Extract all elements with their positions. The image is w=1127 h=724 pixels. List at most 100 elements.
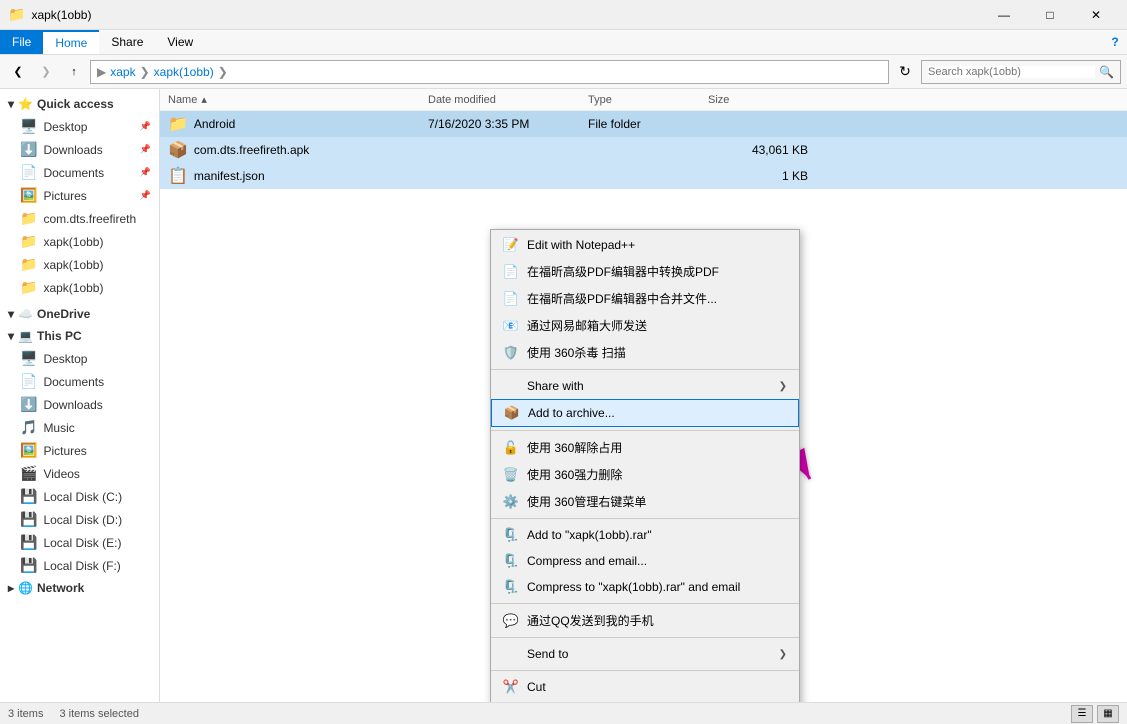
selected-count: 3 items selected [59, 708, 138, 720]
ctx-item-send-to[interactable]: Send to ❯ [491, 641, 799, 667]
ctx-item-convert-pdf[interactable]: 📄 在福昕高级PDF编辑器中转换成PDF [491, 258, 799, 285]
maximize-button[interactable]: □ [1027, 0, 1073, 30]
ctx-label-qq-send: 通过QQ发送到我的手机 [527, 612, 654, 629]
breadcrumb-current[interactable]: xapk(1obb) [154, 65, 214, 79]
arrow-icon-share: ❯ [779, 381, 787, 392]
sidebar-section-thispc[interactable]: ▾ 💻 This PC [0, 325, 159, 347]
details-view-button[interactable]: ▦ [1097, 705, 1119, 723]
table-row[interactable]: 📋 manifest.json 1 KB [160, 163, 1127, 189]
minimize-button[interactable]: — [981, 0, 1027, 30]
ctx-item-share-with[interactable]: Share with ❯ [491, 373, 799, 399]
pdf-convert-icon: 📄 [503, 264, 519, 280]
send-to-left: Send to [503, 646, 568, 662]
network-label: Network [37, 581, 84, 595]
sidebar-item-thispc-videos[interactable]: 🎬 Videos [0, 462, 159, 485]
list-view-button[interactable]: ☰ [1071, 705, 1093, 723]
ctx-item-360-manage[interactable]: ⚙️ 使用 360管理右键菜单 [491, 488, 799, 515]
refresh-button[interactable]: ↻ [893, 60, 917, 84]
help-button[interactable]: ? [1103, 30, 1127, 54]
tab-share[interactable]: Share [99, 30, 155, 54]
sidebar-label-local-c: Local Disk (C:) [43, 490, 122, 504]
file-name-label-android: Android [194, 117, 235, 131]
file-type-android: File folder [588, 117, 708, 131]
notepad-icon: 📝 [503, 237, 519, 253]
ctx-item-cut[interactable]: ✂️ Cut [491, 674, 799, 700]
thispc-docs-icon: 📄 [20, 373, 37, 390]
table-row[interactable]: 📁 Android 7/16/2020 3:35 PM File folder [160, 111, 1127, 137]
ctx-label-send-to: Send to [527, 647, 568, 661]
ctx-item-360-scan[interactable]: 🛡️ 使用 360杀毒 扫描 [491, 339, 799, 366]
ctx-item-edit-notepad[interactable]: 📝 Edit with Notepad++ [491, 232, 799, 258]
sidebar-label-local-f: Local Disk (F:) [43, 559, 120, 573]
sidebar-item-com-dts[interactable]: 📁 com.dts.freefireth [0, 207, 159, 230]
sidebar-item-thispc-docs[interactable]: 📄 Documents [0, 370, 159, 393]
back-button[interactable]: ❮ [6, 60, 30, 84]
ctx-label-convert-pdf: 在福昕高级PDF编辑器中转换成PDF [527, 263, 719, 280]
sidebar-item-xapk1[interactable]: 📁 xapk(1obb) [0, 230, 159, 253]
sidebar-item-local-c[interactable]: 💾 Local Disk (C:) [0, 485, 159, 508]
sidebar-item-local-d[interactable]: 💾 Local Disk (D:) [0, 508, 159, 531]
sidebar-item-xapk2[interactable]: 📁 xapk(1obb) [0, 253, 159, 276]
ctx-item-360-unlock[interactable]: 🔓 使用 360解除占用 [491, 434, 799, 461]
search-box: 🔍 [921, 60, 1121, 84]
sidebar-item-thispc-downloads[interactable]: ⬇️ Downloads [0, 393, 159, 416]
close-button[interactable]: ✕ [1073, 0, 1119, 30]
sidebar-section-onedrive[interactable]: ▾ ☁️ OneDrive [0, 303, 159, 325]
sidebar-section-network[interactable]: ▸ 🌐 Network [0, 577, 159, 599]
ctx-label-360-unlock: 使用 360解除占用 [527, 439, 622, 456]
ctx-item-add-archive[interactable]: 📦 Add to archive... [491, 399, 799, 427]
ctx-item-netease[interactable]: 📧 通过网易邮箱大师发送 [491, 312, 799, 339]
360-delete-icon: 🗑️ [503, 467, 519, 483]
forward-button[interactable]: ❯ [34, 60, 58, 84]
pin-icon-pictures: 📌 [140, 190, 151, 201]
breadcrumb-xapk[interactable]: xapk [110, 65, 135, 79]
ctx-label-add-archive: Add to archive... [528, 406, 615, 420]
ctx-item-add-rar[interactable]: 🗜️ Add to "xapk(1obb).rar" [491, 522, 799, 548]
ctx-label-share-with: Share with [527, 379, 584, 393]
ctx-item-compress-rar-email[interactable]: 🗜️ Compress to "xapk(1obb).rar" and emai… [491, 574, 799, 600]
sidebar-item-thispc-music[interactable]: 🎵 Music [0, 416, 159, 439]
tab-file[interactable]: File [0, 30, 43, 54]
sidebar-item-documents[interactable]: 📄 Documents 📌 [0, 161, 159, 184]
sidebar-item-desktop[interactable]: 🖥️ Desktop 📌 [0, 115, 159, 138]
table-row[interactable]: 📦 com.dts.freefireth.apk 43,061 KB [160, 137, 1127, 163]
ctx-item-copy[interactable]: 📋 Copy [491, 700, 799, 702]
sidebar-item-downloads[interactable]: ⬇️ Downloads 📌 [0, 138, 159, 161]
ctx-item-360-delete[interactable]: 🗑️ 使用 360强力删除 [491, 461, 799, 488]
sidebar-item-local-f[interactable]: 💾 Local Disk (F:) [0, 554, 159, 577]
chevron-down-icon-onedrive: ▾ [8, 307, 14, 321]
ctx-separator-2 [491, 430, 799, 431]
sidebar-item-thispc-desktop[interactable]: 🖥️ Desktop [0, 347, 159, 370]
sidebar-label-xapk2: xapk(1obb) [43, 258, 103, 272]
col-header-name[interactable]: Name ▴ [168, 93, 428, 106]
ctx-label-360-delete: 使用 360强力删除 [527, 466, 622, 483]
up-button[interactable]: ↑ [62, 60, 86, 84]
ctx-item-compress-email[interactable]: 🗜️ Compress and email... [491, 548, 799, 574]
file-size-apk: 43,061 KB [708, 143, 808, 157]
360-unlock-icon: 🔓 [503, 440, 519, 456]
tab-view[interactable]: View [155, 30, 205, 54]
cut-icon: ✂️ [503, 679, 519, 695]
column-headers: Name ▴ Date modified Type Size [160, 89, 1127, 111]
thispc-label: This PC [37, 329, 82, 343]
onedrive-icon: ☁️ [18, 307, 33, 321]
sidebar-item-local-e[interactable]: 💾 Local Disk (E:) [0, 531, 159, 554]
sidebar-item-xapk3[interactable]: 📁 xapk(1obb) [0, 276, 159, 299]
search-input[interactable] [928, 66, 1095, 78]
col-header-size[interactable]: Size [708, 93, 808, 106]
sidebar-item-thispc-pictures[interactable]: 🖼️ Pictures [0, 439, 159, 462]
address-input-box[interactable]: ▶ xapk ❯ xapk(1obb) ❯ [90, 60, 889, 84]
thispc-desktop-icon: 🖥️ [20, 350, 37, 367]
col-header-date[interactable]: Date modified [428, 93, 588, 106]
folder-icon-xapk2: 📁 [20, 256, 37, 273]
ctx-item-merge-pdf[interactable]: 📄 在福昕高级PDF编辑器中合并文件... [491, 285, 799, 312]
sidebar-item-pictures[interactable]: 🖼️ Pictures 📌 [0, 184, 159, 207]
tab-home[interactable]: Home [43, 30, 99, 54]
col-header-type[interactable]: Type [588, 93, 708, 106]
downloads-icon: ⬇️ [20, 141, 37, 158]
pin-icon-downloads: 📌 [140, 144, 151, 155]
sidebar-section-quick-access[interactable]: ▾ ⭐ Quick access [0, 93, 159, 115]
ctx-item-qq-send[interactable]: 💬 通过QQ发送到我的手机 [491, 607, 799, 634]
sidebar-label-thispc-downloads: Downloads [43, 398, 102, 412]
send-to-icon [503, 646, 519, 662]
